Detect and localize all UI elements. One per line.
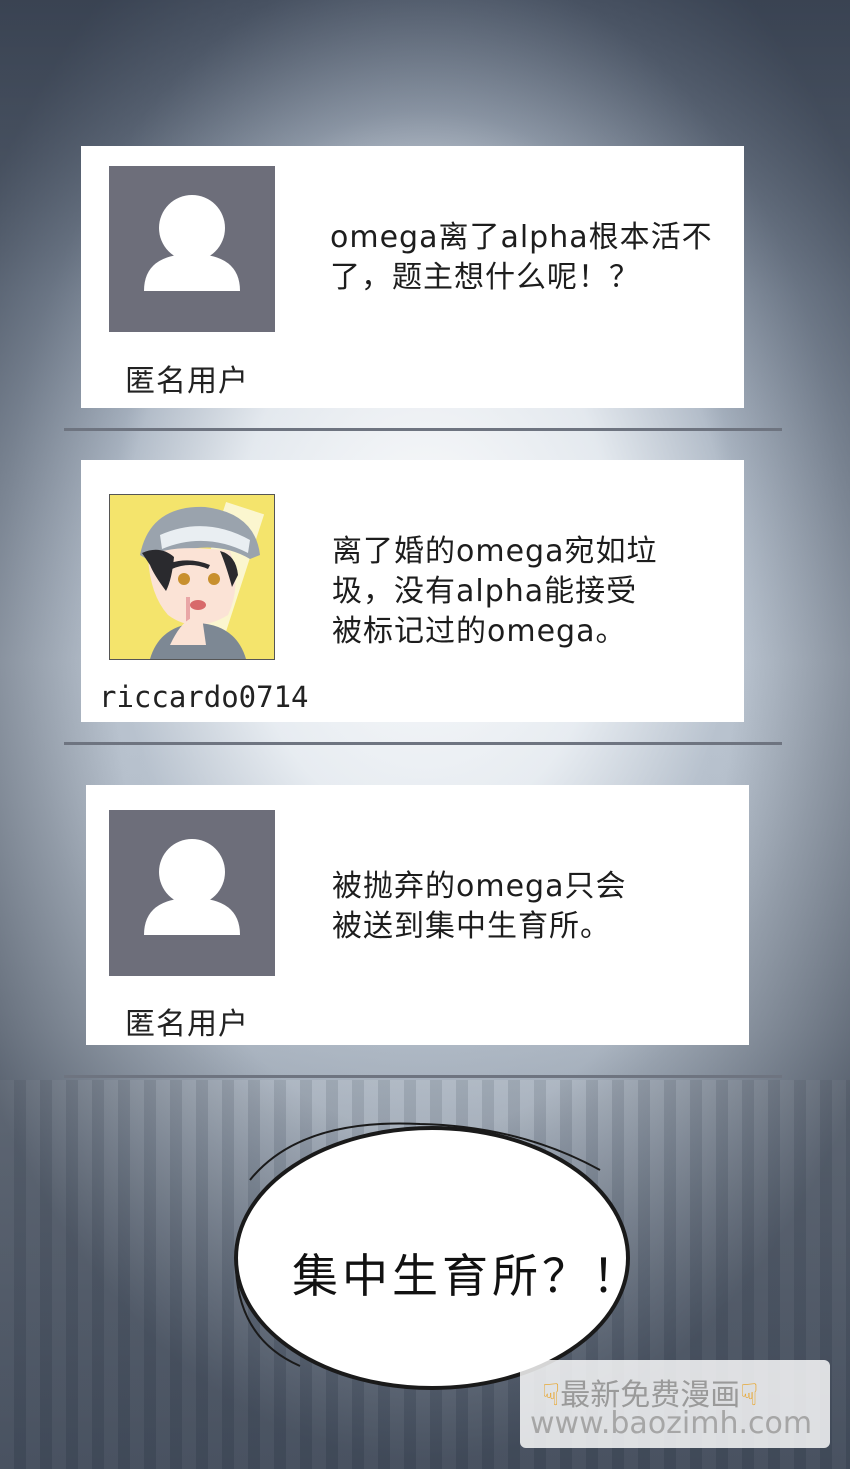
watermark-url[interactable]: www.baozimh.com [530, 1406, 812, 1441]
watermark: ☟最新免费漫画☟ www.baozimh.com [520, 1360, 830, 1448]
comment-username[interactable]: riccardo0714 [99, 680, 309, 714]
comment-line: 被送到集中生育所。 [332, 909, 611, 944]
default-user-icon[interactable] [109, 810, 275, 976]
comment-username[interactable]: 匿名用户 [125, 999, 249, 1043]
comment-line: 离了婚的omega宛如垃 [332, 534, 658, 569]
divider [64, 428, 782, 431]
default-user-icon[interactable] [109, 166, 275, 332]
anime-boy-avatar[interactable] [109, 494, 275, 660]
comment-line: omega离了alpha根本活不 [330, 220, 713, 255]
comment-card-2: riccardo0714 离了婚的omega宛如垃 圾，没有alpha能接受 被… [81, 460, 744, 722]
comment-text: 被抛弃的omega只会 被送到集中生育所。 [332, 867, 626, 947]
speech-bubble-text: 集中生育所？！ [292, 1249, 642, 1303]
comment-line: 圾，没有alpha能接受 [332, 574, 638, 609]
comment-username[interactable]: 匿名用户 [125, 356, 249, 400]
comment-card-3: 匿名用户 被抛弃的omega只会 被送到集中生育所。 [86, 785, 749, 1045]
comment-line: 被标记过的omega。 [332, 614, 627, 649]
divider [64, 1075, 782, 1078]
comment-line: 被抛弃的omega只会 [332, 869, 627, 904]
comment-card-1: 匿名用户 omega离了alpha根本活不 了，题主想什么呢！？ [81, 146, 744, 408]
comment-text: 离了婚的omega宛如垃 圾，没有alpha能接受 被标记过的omega。 [332, 532, 657, 652]
comment-text: omega离了alpha根本活不 了，题主想什么呢！？ [330, 218, 713, 298]
divider [64, 742, 782, 745]
comment-line: 了，题主想什么呢！？ [330, 260, 640, 295]
